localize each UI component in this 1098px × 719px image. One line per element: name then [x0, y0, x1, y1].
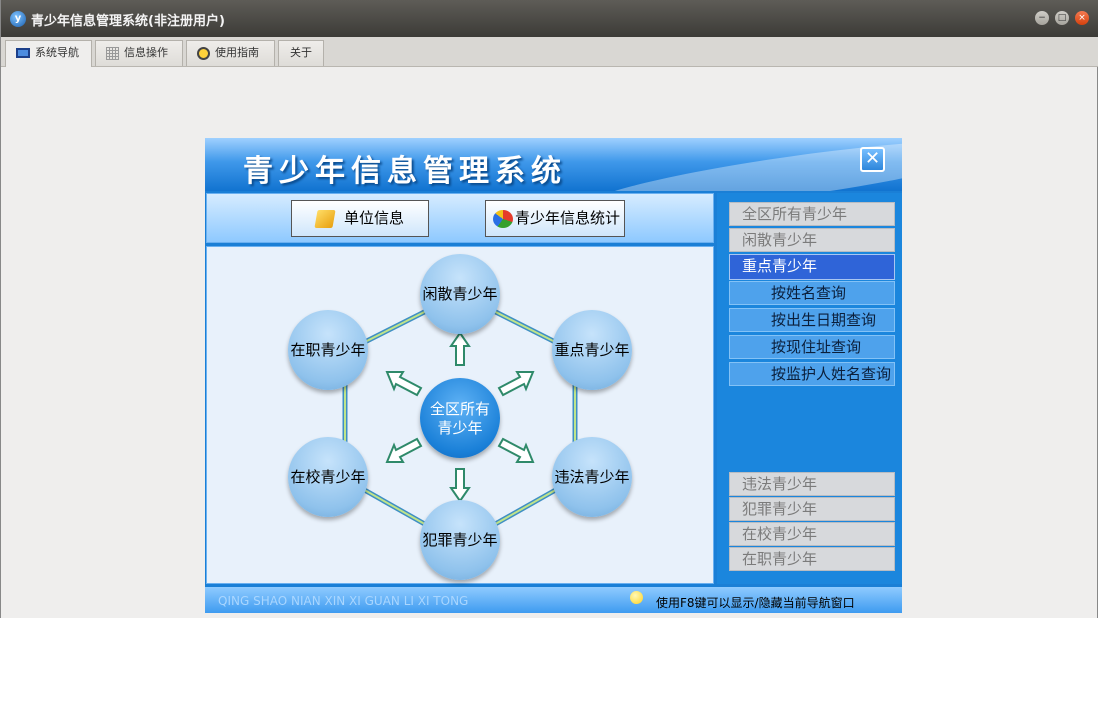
node-key-youth[interactable]: 重点青少年 — [552, 310, 632, 390]
sidebar-item-all-youth[interactable]: 全区所有青少年 — [729, 202, 895, 226]
sidebar-item-student-youth[interactable]: 在校青少年 — [729, 522, 895, 546]
tab-label: 信息操作 — [124, 46, 168, 59]
navigation-panel: 青少年信息管理系统 ✕ 单位信息 青少年信息统计 闲散青少年 重点青少年 违法青… — [205, 138, 902, 613]
query-by-birthdate[interactable]: 按出生日期查询 — [729, 308, 895, 332]
panel-title: 青少年信息管理系统 — [243, 154, 567, 189]
lightbulb-icon — [630, 591, 643, 604]
pinyin-watermark: QING SHAO NIAN XIN XI GUAN LI XI TONG — [218, 594, 469, 608]
nav-sidebar: 全区所有青少年 闲散青少年 重点青少年 按姓名查询 按出生日期查询 按现住址查询… — [717, 193, 902, 584]
query-by-name[interactable]: 按姓名查询 — [729, 281, 895, 305]
youth-statistics-button[interactable]: 青少年信息统计 — [485, 200, 625, 237]
sidebar-item-employed-youth[interactable]: 在职青少年 — [729, 547, 895, 571]
arrow-down — [449, 468, 471, 503]
node-label: 重点青少年 — [554, 341, 630, 359]
node-student-youth[interactable]: 在校青少年 — [288, 437, 368, 517]
close-icon[interactable]: × — [1075, 11, 1089, 25]
app-logo-icon: y — [10, 11, 26, 27]
category-diagram: 闲散青少年 重点青少年 违法青少年 犯罪青少年 在校青少年 在职青少年 全区所有… — [206, 246, 714, 584]
tab-info-operations[interactable]: 信息操作 — [95, 40, 183, 66]
node-illegal-youth[interactable]: 违法青少年 — [552, 437, 632, 517]
minimize-icon[interactable]: − — [1035, 11, 1049, 25]
arrow-up — [449, 331, 471, 366]
main-window: y 青少年信息管理系统(非注册用户) − □ × 系统导航 信息操作 使用指南 … — [0, 0, 1098, 618]
youth-statistics-label: 青少年信息统计 — [514, 209, 620, 227]
maximize-icon[interactable]: □ — [1055, 11, 1069, 25]
panel-close-button[interactable]: ✕ — [860, 147, 885, 172]
panel-button-bar: 单位信息 青少年信息统计 — [206, 193, 714, 243]
unit-info-label: 单位信息 — [343, 209, 404, 227]
pencil-icon — [314, 209, 336, 228]
arrow-lower-right — [497, 437, 535, 463]
node-all-youth[interactable]: 全区所有 青少年 — [420, 378, 500, 458]
sidebar-item-illegal-youth[interactable]: 违法青少年 — [729, 472, 895, 496]
query-by-guardian-name[interactable]: 按监护人姓名查询 — [729, 362, 895, 386]
tab-label: 使用指南 — [215, 46, 259, 59]
tab-user-guide[interactable]: 使用指南 — [186, 40, 275, 66]
center-label-line2: 青少年 — [437, 419, 483, 437]
arrow-upper-right — [497, 371, 535, 397]
node-label: 在校青少年 — [290, 468, 366, 486]
sidebar-item-key-youth[interactable]: 重点青少年 — [729, 254, 895, 280]
panel-status-bar: QING SHAO NIAN XIN XI GUAN LI XI TONG 使用… — [205, 587, 902, 613]
tab-about[interactable]: 关于 — [278, 40, 324, 66]
node-employed-youth[interactable]: 在职青少年 — [288, 310, 368, 390]
monitor-icon — [16, 48, 30, 58]
arrow-lower-left — [385, 437, 423, 463]
window-title: 青少年信息管理系统(非注册用户) — [31, 14, 225, 29]
f8-hint-text: 使用F8键可以显示/隐藏当前导航窗口 — [656, 596, 855, 610]
query-by-address[interactable]: 按现住址查询 — [729, 335, 895, 359]
tab-bar: 系统导航 信息操作 使用指南 关于 — [1, 37, 1098, 67]
unit-info-button[interactable]: 单位信息 — [291, 200, 429, 237]
panel-banner: 青少年信息管理系统 — [205, 138, 902, 191]
tab-label: 关于 — [290, 46, 312, 59]
node-criminal-youth[interactable]: 犯罪青少年 — [420, 500, 500, 580]
node-idle-youth[interactable]: 闲散青少年 — [420, 254, 500, 334]
node-label: 在职青少年 — [290, 341, 366, 359]
node-label: 犯罪青少年 — [422, 531, 498, 549]
tab-label: 系统导航 — [35, 46, 79, 59]
sidebar-item-idle-youth[interactable]: 闲散青少年 — [729, 228, 895, 252]
bulb-icon — [197, 46, 210, 60]
center-label-line1: 全区所有 — [429, 400, 490, 418]
tab-system-navigation[interactable]: 系统导航 — [5, 40, 92, 67]
node-label: 闲散青少年 — [422, 285, 498, 303]
pie-chart-icon — [492, 209, 513, 228]
title-bar[interactable]: y 青少年信息管理系统(非注册用户) − □ × — [1, 0, 1098, 37]
node-label: 违法青少年 — [554, 468, 630, 486]
sidebar-item-criminal-youth[interactable]: 犯罪青少年 — [729, 497, 895, 521]
grid-icon — [106, 46, 119, 60]
arrow-upper-left — [385, 371, 423, 397]
